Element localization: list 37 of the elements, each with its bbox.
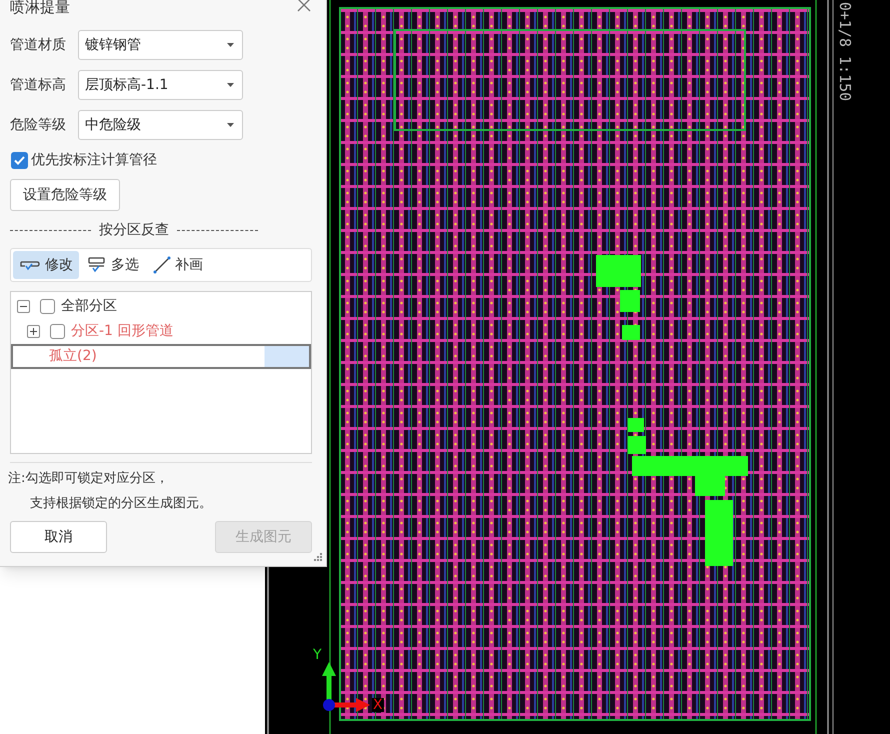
set-hazard-level-button[interactable]: 设置危险等级 (10, 179, 120, 211)
field-label: 管道标高 (10, 76, 67, 94)
field-label: 危险等级 (10, 116, 67, 134)
close-icon (297, 0, 311, 12)
field-label: 管道材质 (10, 36, 67, 54)
dropdown[interactable]: 镀锌钢管 (78, 30, 243, 60)
tree-label: 孤立(2) (49, 347, 97, 366)
tree-checkbox[interactable] (40, 299, 55, 314)
scale-label: 0+1/8 1:150 (837, 2, 852, 102)
section-title: 按分区反查 (99, 221, 169, 240)
tree-label: 分区-1 回形管道 (71, 322, 174, 341)
expand-toggle[interactable] (27, 325, 40, 338)
coordinate-axes-icon (322, 662, 370, 712)
checkbox-label: 优先按标注计算管径 (31, 151, 157, 170)
multi-select-icon (87, 257, 107, 273)
tool-tab[interactable]: 修改 (13, 251, 79, 279)
dropdown[interactable]: 中危险级 (78, 110, 243, 140)
tree-row[interactable]: 全部分区 (11, 294, 311, 319)
plus-icon (30, 328, 37, 335)
priority-checkbox[interactable] (11, 152, 28, 169)
x-axis-label: X (372, 698, 384, 712)
dialog-title: 喷淋提量 (10, 0, 70, 15)
note-text: 支持根据锁定的分区生成图元。 (29, 494, 212, 512)
check-icon (14, 156, 25, 165)
note-text: 注:勾选即可锁定对应分区， (8, 470, 170, 488)
resize-grip-icon (313, 552, 323, 562)
cancel-button[interactable]: 取消 (10, 521, 107, 553)
dropdown-caret-icon (227, 123, 234, 127)
collapse-toggle[interactable] (17, 300, 30, 313)
tree-checkbox[interactable] (50, 324, 65, 339)
dropdown-caret-icon (227, 43, 234, 47)
line-draw-icon (153, 256, 171, 274)
dropdown-caret-icon (227, 83, 234, 87)
y-axis-label: Y (312, 648, 323, 662)
dropdown[interactable]: 层顶标高-1.1 (78, 70, 243, 100)
tree-label: 全部分区 (61, 297, 117, 316)
minus-icon (20, 303, 27, 310)
